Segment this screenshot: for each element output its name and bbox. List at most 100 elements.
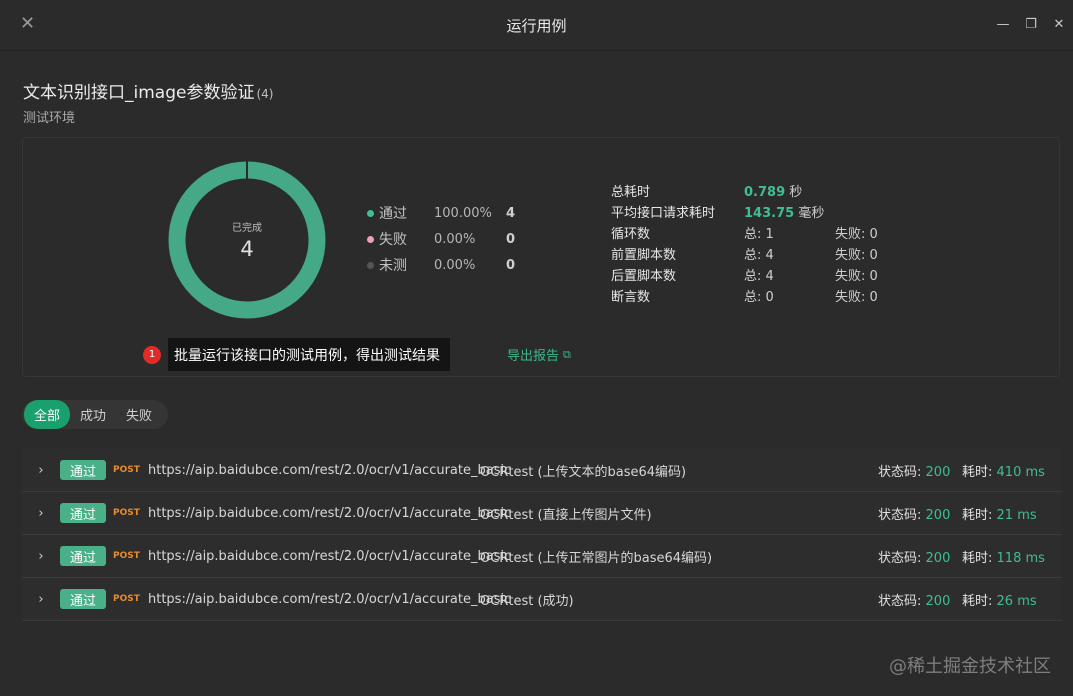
status-code-value: 200 — [925, 507, 951, 523]
stat-loops: 循环数 总: 1 失败: 0 — [611, 222, 878, 243]
elapsed-time-label: 耗时: — [962, 507, 993, 523]
legend-fail-pct: 0.00% — [434, 231, 476, 247]
case-title: 文本识别接口_image参数验证 (4) — [23, 78, 273, 103]
stat-total: 总: 4 — [744, 248, 774, 263]
stat-fail: 失败: 0 — [835, 227, 878, 242]
legend-fail: 失败 0.00% 0 — [367, 226, 515, 252]
result-row[interactable]: › 通过 POST https://aip.baidubce.com/rest/… — [22, 492, 1062, 535]
status-code: 状态码: 200 — [878, 547, 950, 566]
result-row[interactable]: › 通过 POST https://aip.baidubce.com/rest/… — [22, 449, 1062, 492]
case-name: OCRtest (上传正常图片的base64编码) — [480, 550, 713, 566]
status-code: 状态码: 200 — [878, 590, 950, 609]
status-code-label: 状态码: — [878, 593, 922, 609]
status-code: 状态码: 200 — [878, 504, 950, 523]
elapsed-time-value: 21 ms — [996, 507, 1037, 523]
stat-avg-time: 平均接口请求耗时 143.75 毫秒 — [611, 201, 878, 222]
status-code-label: 状态码: — [878, 464, 922, 480]
legend-fail-dot — [367, 235, 374, 243]
stat-label: 前置脚本数 — [611, 248, 677, 263]
legend-pass-dot — [367, 209, 374, 217]
export-report-label: 导出报告 — [507, 349, 560, 364]
stat-pre-scripts: 前置脚本数 总: 4 失败: 0 — [611, 243, 878, 264]
stat-fail: 失败: 0 — [835, 248, 878, 263]
close-icon[interactable]: ✕ — [20, 15, 36, 33]
status-badge: 通过 — [60, 503, 106, 523]
status-badge: 通过 — [60, 460, 106, 480]
environment-label: 测试环境 — [23, 111, 76, 126]
elapsed-time-label: 耗时: — [962, 550, 993, 566]
close-window-icon[interactable]: ✕ — [1051, 17, 1067, 33]
chevron-right-icon[interactable]: › — [22, 549, 60, 564]
case-count: (4) — [256, 87, 274, 101]
status-code-label: 状态码: — [878, 550, 922, 566]
http-method: POST — [113, 465, 140, 475]
legend-fail-count: 0 — [506, 231, 516, 247]
stat-post-scripts: 后置脚本数 总: 4 失败: 0 — [611, 264, 878, 285]
status-code-value: 200 — [925, 464, 951, 480]
annotation-badge: 1 — [143, 345, 161, 364]
chevron-right-icon[interactable]: › — [22, 463, 60, 478]
window-controls: — ❐ ✕ — [995, 17, 1067, 33]
elapsed-time: 耗时: 21 ms — [962, 504, 1037, 523]
legend-untested: 未测 0.00% 0 — [367, 252, 515, 278]
chevron-right-icon[interactable]: › — [22, 592, 60, 607]
stat-total-time: 总耗时 0.789 秒 — [611, 180, 878, 201]
status-badge: 通过 — [60, 546, 106, 566]
request-url: https://aip.baidubce.com/rest/2.0/ocr/v1… — [148, 548, 512, 564]
run-statistics: 总耗时 0.789 秒 平均接口请求耗时 143.75 毫秒 循环数 总: 1 … — [611, 180, 878, 306]
request-url: https://aip.baidubce.com/rest/2.0/ocr/v1… — [148, 505, 512, 521]
filter-failed[interactable]: 失败 — [116, 400, 162, 429]
elapsed-time-label: 耗时: — [962, 464, 993, 480]
status-code-value: 200 — [925, 593, 951, 609]
stat-assertions: 断言数 总: 0 失败: 0 — [611, 285, 878, 306]
result-row[interactable]: › 通过 POST https://aip.baidubce.com/rest/… — [22, 535, 1062, 578]
export-report-link[interactable]: 导出报告 ⧉ — [507, 345, 571, 365]
legend-untested-name: 未测 — [379, 258, 407, 274]
donut-center: 已完成 4 — [168, 161, 326, 319]
http-method: POST — [113, 594, 140, 604]
stat-label: 循环数 — [611, 227, 651, 242]
stat-total: 总: 4 — [744, 269, 774, 284]
status-badge: 通过 — [60, 589, 106, 609]
result-legend: 通过 100.00% 4 失败 0.00% 0 未测 0.00% 0 — [367, 200, 515, 278]
external-link-icon: ⧉ — [563, 347, 571, 361]
summary-card: 已完成 4 通过 100.00% 4 失败 0.00% 0 未测 0.00% 0… — [22, 137, 1060, 377]
stat-avg-time-unit: 毫秒 — [798, 206, 825, 221]
elapsed-time-value: 118 ms — [996, 550, 1045, 566]
case-name: OCRtest (上传文本的base64编码) — [480, 464, 687, 480]
legend-untested-dot — [367, 261, 374, 269]
stat-label: 平均接口请求耗时 — [611, 206, 716, 221]
elapsed-time: 耗时: 410 ms — [962, 461, 1045, 480]
legend-pass-pct: 100.00% — [434, 205, 492, 221]
stat-fail: 失败: 0 — [835, 290, 878, 305]
status-code-value: 200 — [925, 550, 951, 566]
stat-total: 总: 0 — [744, 290, 774, 305]
result-filter-tabs: 全部 成功 失败 — [22, 400, 169, 429]
elapsed-time-value: 26 ms — [996, 593, 1037, 609]
status-code: 状态码: 200 — [878, 461, 950, 480]
stat-label: 后置脚本数 — [611, 269, 677, 284]
stat-avg-time-value: 143.75 — [744, 206, 795, 221]
stat-total-time-value: 0.789 — [744, 185, 786, 200]
legend-untested-pct: 0.00% — [434, 257, 476, 273]
elapsed-time-label: 耗时: — [962, 593, 993, 609]
stat-total-time-unit: 秒 — [789, 185, 803, 200]
result-row[interactable]: › 通过 POST https://aip.baidubce.com/rest/… — [22, 578, 1062, 621]
donut-center-label: 已完成 — [232, 223, 262, 234]
case-name: OCRtest (直接上传图片文件) — [480, 507, 652, 523]
restore-icon[interactable]: ❐ — [1023, 17, 1039, 33]
http-method: POST — [113, 551, 140, 561]
legend-pass-name: 通过 — [379, 206, 407, 222]
legend-pass: 通过 100.00% 4 — [367, 200, 515, 226]
elapsed-time: 耗时: 118 ms — [962, 547, 1045, 566]
watermark: @稀土掘金技术社区 — [889, 656, 1051, 677]
minimize-icon[interactable]: — — [995, 17, 1011, 33]
legend-untested-count: 0 — [506, 257, 516, 273]
elapsed-time: 耗时: 26 ms — [962, 590, 1037, 609]
filter-success[interactable]: 成功 — [70, 400, 116, 429]
http-method: POST — [113, 508, 140, 518]
stat-fail: 失败: 0 — [835, 269, 878, 284]
status-code-label: 状态码: — [878, 507, 922, 523]
chevron-right-icon[interactable]: › — [22, 506, 60, 521]
filter-all[interactable]: 全部 — [24, 400, 71, 429]
